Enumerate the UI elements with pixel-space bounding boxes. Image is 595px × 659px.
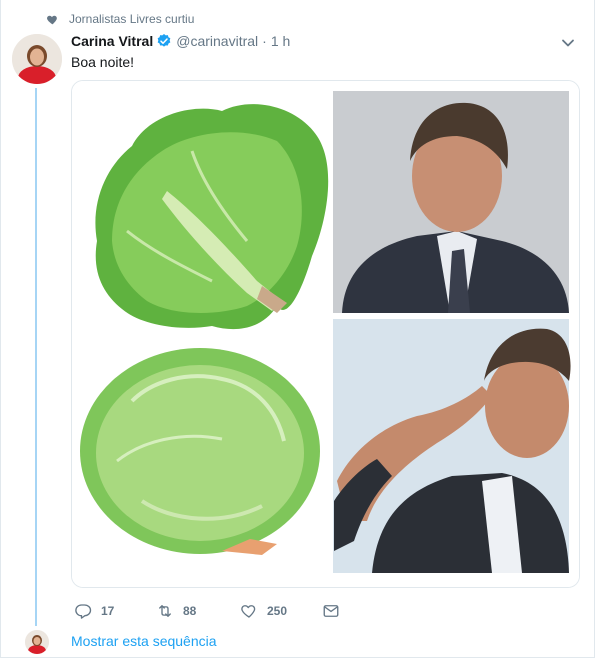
like-button[interactable]: 250: [240, 602, 322, 620]
avatar[interactable]: [12, 34, 62, 84]
heart-icon: [241, 605, 256, 618]
separator-dot: ·: [262, 33, 267, 49]
direct-message-button[interactable]: [322, 602, 340, 620]
heart-icon: [47, 15, 57, 24]
man-in-suit-image: [333, 91, 569, 313]
reply-icon: [75, 604, 92, 619]
thread-line: [35, 88, 37, 626]
author-name[interactable]: Carina Vitral: [71, 33, 153, 49]
tweet-header: Carina Vitral @carinavitral · 1 h: [71, 33, 290, 49]
chevron-down-icon[interactable]: [561, 36, 575, 50]
reply-button[interactable]: 17: [74, 602, 156, 620]
retweet-count: 88: [183, 604, 197, 618]
envelope-icon: [323, 605, 339, 617]
tweet-text: Boa noite!: [71, 54, 135, 70]
reply-count: 17: [101, 604, 115, 618]
social-context: Jornalistas Livres curtiu: [46, 10, 194, 28]
tweet-timestamp[interactable]: 1 h: [271, 33, 290, 49]
thread-avatar[interactable]: [25, 630, 49, 654]
like-count: 250: [267, 604, 288, 618]
tweet-actions: 17 88 250: [74, 600, 340, 622]
tweet-media[interactable]: [71, 80, 580, 588]
retweet-button[interactable]: 88: [156, 602, 240, 620]
retweet-icon: [159, 605, 171, 617]
iceberg-lettuce-image: [80, 348, 320, 555]
author-handle[interactable]: @carinavitral: [176, 33, 258, 49]
verified-badge-icon: [157, 34, 171, 47]
social-context-text: Jornalistas Livres curtiu: [69, 12, 195, 26]
show-thread-link[interactable]: Mostrar esta sequência: [71, 633, 217, 649]
saluting-man-image: [333, 319, 571, 573]
